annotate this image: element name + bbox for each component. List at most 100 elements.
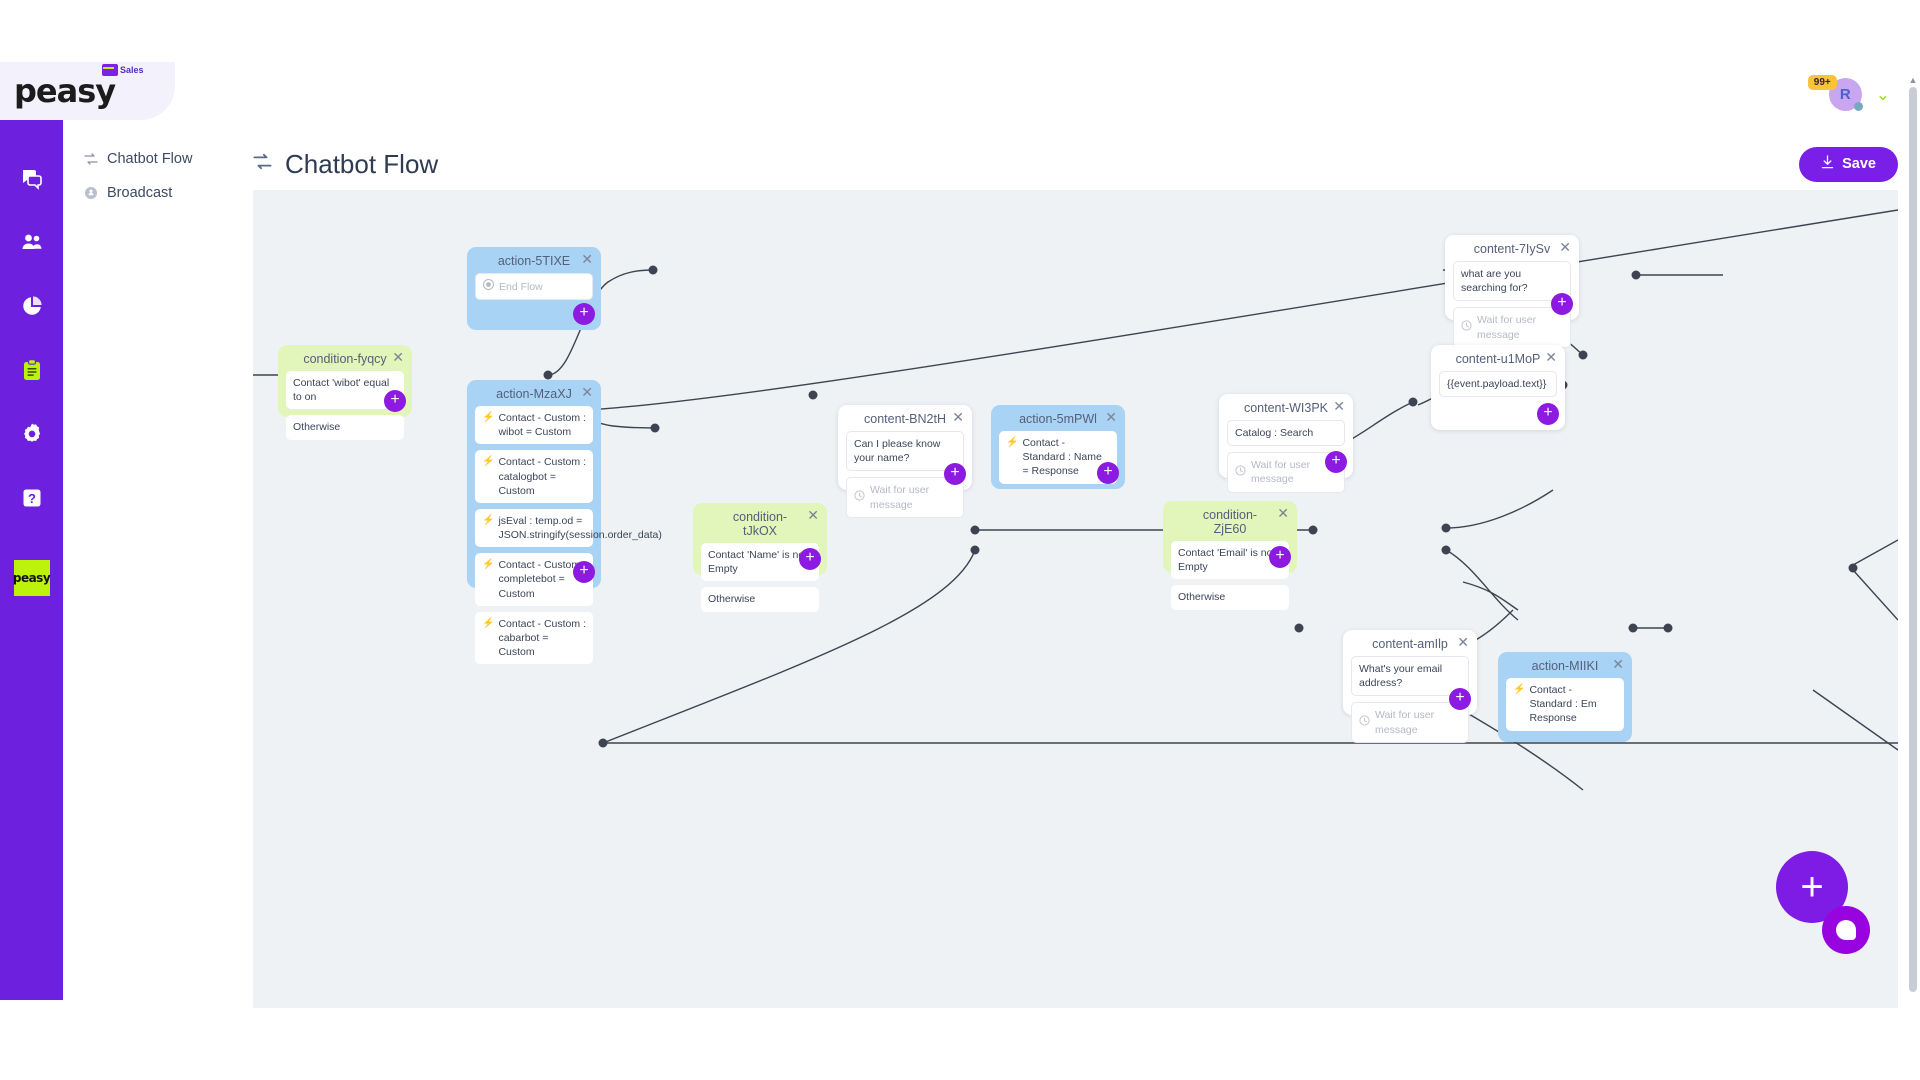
clock-icon bbox=[1461, 320, 1472, 335]
save-button[interactable]: Save bbox=[1799, 146, 1898, 182]
node-slot-label: Catalog : Search bbox=[1235, 427, 1314, 439]
page-title: Chatbot Flow bbox=[285, 148, 439, 179]
add-step-button[interactable]: + bbox=[1325, 451, 1347, 473]
node-slot-wait[interactable]: Wait for user message bbox=[1351, 702, 1469, 743]
bolt-icon: ⚡ bbox=[482, 514, 495, 526]
close-icon[interactable]: ✕ bbox=[392, 350, 404, 364]
flow-node-content-u1MoP[interactable]: content-u1MoP ✕ {{event.payload.text}} + bbox=[1431, 345, 1565, 430]
flow-canvas[interactable]: action-5TIXE ✕ End Flow + condition-fyqc… bbox=[253, 190, 1898, 1008]
bolt-icon: ⚡ bbox=[482, 412, 495, 423]
node-slot[interactable]: ⚡ jsEval : temp.od = JSON.stringify(sessi… bbox=[475, 508, 662, 548]
sidebar-item-chatbot-flow[interactable]: Chatbot Flow bbox=[83, 142, 253, 176]
clock-icon bbox=[854, 490, 865, 505]
add-step-button[interactable]: + bbox=[1449, 688, 1471, 710]
node-slot[interactable]: End Flow bbox=[475, 273, 593, 301]
node-title: action-5TIXE ✕ bbox=[467, 247, 601, 273]
node-slot[interactable]: ⚡ Contact - Standard : Em Response bbox=[1506, 678, 1624, 731]
close-icon[interactable]: ✕ bbox=[1612, 657, 1624, 671]
sidebar-item-campaigns[interactable] bbox=[12, 350, 52, 390]
contacts-users-icon bbox=[22, 234, 41, 249]
sidebar-item-broadcast[interactable]: Broadcast bbox=[83, 176, 253, 210]
node-slot-label: Contact - Custom : catalogbot = Custom bbox=[498, 456, 586, 497]
add-step-button[interactable]: + bbox=[1097, 462, 1119, 484]
node-title: content-BN2tH ✕ bbox=[838, 405, 972, 431]
add-step-button[interactable]: + bbox=[944, 463, 966, 485]
node-slot-wait[interactable]: Wait for user message bbox=[1453, 307, 1571, 348]
notification-badge[interactable]: 99+ bbox=[1807, 75, 1837, 90]
presence-dot bbox=[1853, 102, 1863, 111]
add-step-button[interactable]: + bbox=[1269, 546, 1291, 568]
sidebar-item-help[interactable]: ? bbox=[12, 478, 52, 518]
pie-chart-icon bbox=[22, 296, 42, 315]
sidebar-item-chats[interactable] bbox=[12, 158, 52, 198]
flow-node-action-5TIXE[interactable]: action-5TIXE ✕ End Flow + bbox=[467, 247, 601, 330]
scroll-up-icon[interactable]: ▲ bbox=[1908, 75, 1918, 85]
node-slot-label: Can I please know your name? bbox=[854, 438, 941, 465]
flow-node-action-MIIKI[interactable]: action-MIIKI ✕ ⚡ Contact - Standard : Em … bbox=[1498, 652, 1632, 742]
chat-support-fab[interactable] bbox=[1822, 906, 1870, 954]
close-icon[interactable]: ✕ bbox=[1457, 635, 1469, 649]
node-slot[interactable]: ⚡ Contact - Custom : cabarbot = Custom bbox=[475, 611, 593, 665]
node-slot-label: Wait for user message bbox=[1477, 314, 1537, 341]
node-slot[interactable]: Otherwise bbox=[1171, 585, 1289, 610]
close-icon[interactable]: ✕ bbox=[1277, 506, 1289, 520]
node-slot-label: Wait for user message bbox=[1375, 709, 1435, 736]
node-title-label: content-amIlp bbox=[1372, 637, 1448, 651]
node-body: ⚡ Contact - Custom : wibot = Custom ⚡ Cont… bbox=[467, 406, 662, 678]
megaphone-icon bbox=[83, 186, 98, 201]
node-title-label: action-5mPWl bbox=[1019, 412, 1097, 426]
brand-badge-label: Sales bbox=[120, 65, 144, 75]
add-step-button[interactable]: + bbox=[573, 561, 595, 583]
flow-node-condition-tJkOX[interactable]: condition-tJkOX ✕ Contact 'Name' is not … bbox=[693, 503, 827, 612]
flow-node-action-MzaXJ[interactable]: action-MzaXJ ✕ ⚡ Contact - Custom : wibot… bbox=[467, 380, 662, 665]
node-slot-wait[interactable]: Wait for user message bbox=[846, 477, 964, 518]
scrollbar-thumb[interactable] bbox=[1909, 87, 1917, 992]
close-icon[interactable]: ✕ bbox=[952, 410, 964, 424]
flow-node-content-7IySv[interactable]: content-7IySv ✕ what are you searching f… bbox=[1445, 235, 1579, 348]
sidebar-rail: ? peasy bbox=[0, 120, 63, 1000]
flow-node-condition-fyqcy[interactable]: condition-fyqcy ✕ Contact 'wibot' equal … bbox=[278, 345, 412, 440]
node-slot[interactable]: ⚡ Contact - Custom : wibot = Custom bbox=[475, 406, 593, 445]
node-title: content-WI3PK ✕ bbox=[1219, 394, 1353, 420]
brand-name: peasy bbox=[14, 72, 116, 110]
node-title-label: condition-fyqcy bbox=[303, 352, 387, 366]
close-icon[interactable]: ✕ bbox=[1559, 240, 1571, 254]
close-icon[interactable]: ✕ bbox=[581, 385, 593, 399]
flow-node-content-amIlp[interactable]: content-amIlp ✕ What's your email addres… bbox=[1343, 630, 1477, 743]
node-slot[interactable]: Catalog : Search bbox=[1227, 420, 1345, 447]
add-step-button[interactable]: + bbox=[1537, 403, 1559, 425]
chevron-down-icon[interactable]: ⌄ bbox=[1876, 85, 1890, 105]
page-scrollbar[interactable]: ▲ bbox=[1908, 75, 1918, 1005]
flow-node-action-5mPWl[interactable]: action-5mPWl ✕ ⚡ Contact - Standard : Nam… bbox=[991, 405, 1125, 489]
node-title: condition-ZjE60 ✕ bbox=[1163, 501, 1297, 541]
node-slot[interactable]: {{event.payload.text}} bbox=[1439, 371, 1557, 398]
node-title-label: content-7IySv bbox=[1473, 242, 1551, 256]
flow-node-condition-ZjE60[interactable]: condition-ZjE60 ✕ Contact 'Email' is not… bbox=[1163, 501, 1297, 610]
sidebar-item-analytics[interactable] bbox=[12, 286, 52, 326]
sidebar-item-settings[interactable] bbox=[12, 414, 52, 454]
add-step-button[interactable]: + bbox=[573, 303, 595, 325]
close-icon[interactable]: ✕ bbox=[1333, 399, 1345, 413]
node-slot[interactable]: Otherwise bbox=[286, 415, 404, 440]
node-slot-label: Contact - Custom : cabarbot = Custom bbox=[498, 617, 586, 659]
sidebar-item-contacts[interactable] bbox=[12, 222, 52, 262]
app-root: peasy Sales ? peasy Chatbot Flow Broadca… bbox=[0, 0, 1920, 1080]
close-icon[interactable]: ✕ bbox=[581, 252, 593, 266]
flow-node-content-WI3PK[interactable]: content-WI3PK ✕ Catalog : Search Wait fo… bbox=[1219, 394, 1353, 493]
add-step-button[interactable]: + bbox=[384, 390, 406, 412]
flow-node-content-BN2tH[interactable]: content-BN2tH ✕ Can I please know your n… bbox=[838, 405, 972, 518]
node-slot-label: Contact 'wibot' equal to on bbox=[293, 377, 390, 404]
node-slot[interactable]: Otherwise bbox=[701, 587, 819, 612]
flow-swap-icon bbox=[253, 152, 272, 177]
node-slot-label: Otherwise bbox=[1178, 591, 1226, 604]
add-step-button[interactable]: + bbox=[799, 548, 821, 570]
node-title: content-7IySv ✕ bbox=[1445, 235, 1579, 261]
close-icon[interactable]: ✕ bbox=[1545, 350, 1557, 364]
close-icon[interactable]: ✕ bbox=[1105, 410, 1117, 424]
node-title: content-u1MoP ✕ bbox=[1431, 345, 1565, 371]
sidebar-brand-tile[interactable]: peasy bbox=[13, 560, 51, 596]
node-slot[interactable]: ⚡ Contact - Custom : catalogbot = Custom bbox=[475, 450, 593, 503]
close-icon[interactable]: ✕ bbox=[807, 508, 819, 522]
brand-logo-panel[interactable]: peasy Sales bbox=[0, 62, 175, 120]
add-step-button[interactable]: + bbox=[1551, 293, 1573, 315]
